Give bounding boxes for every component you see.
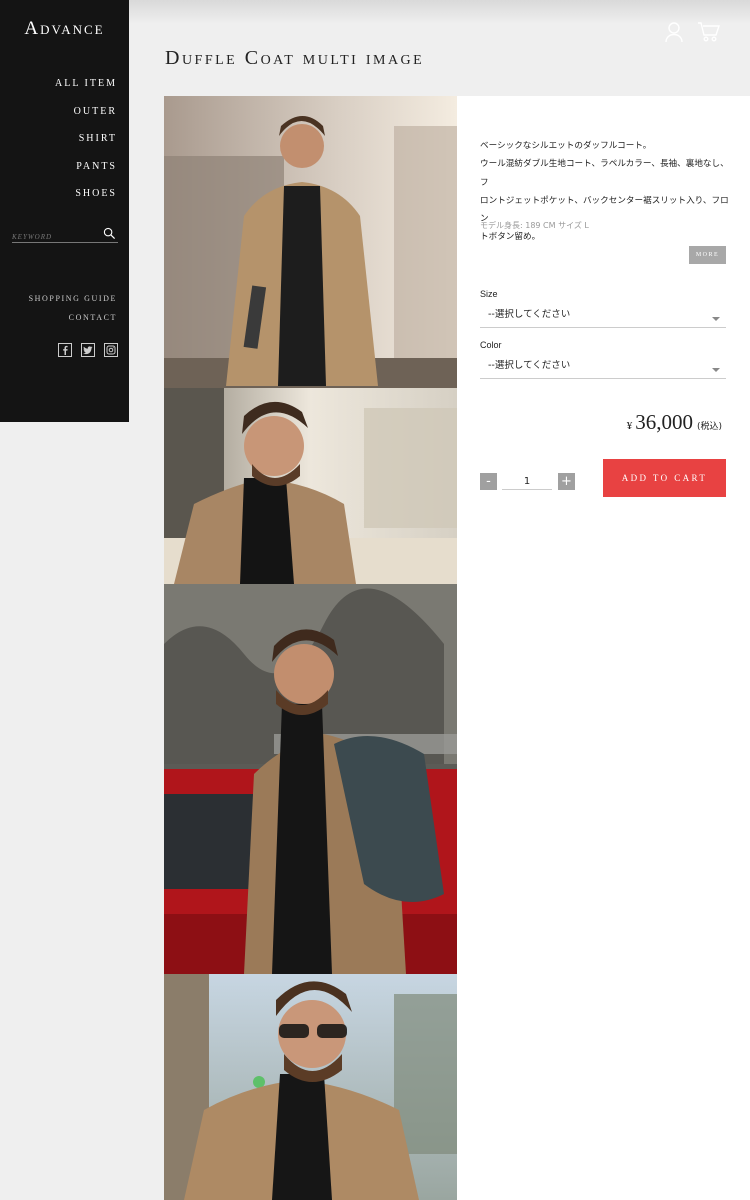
currency-symbol: ¥ (626, 420, 633, 432)
product-photo-3[interactable] (164, 584, 457, 974)
nav-item-all-item[interactable]: ALL ITEM (55, 76, 117, 104)
size-select-value: --選択してください (488, 309, 571, 320)
twitter-icon[interactable] (81, 343, 95, 357)
product-photo-2[interactable] (164, 388, 457, 584)
tax-note: (税込) (696, 422, 722, 432)
main-nav: ALL ITEM OUTER SHIRT PANTS SHOES (55, 76, 117, 214)
color-select[interactable]: --選択してください (480, 356, 726, 379)
search-box (12, 226, 118, 245)
search-icon[interactable] (103, 227, 116, 240)
cart-icon[interactable] (697, 21, 721, 43)
description-line: ベーシックなシルエットのダッフルコート。 (480, 141, 652, 151)
top-gradient (129, 0, 750, 24)
color-select-value: --選択してください (488, 360, 571, 371)
page-title: Duffle Coat multi image (165, 47, 425, 69)
facebook-icon[interactable] (58, 343, 72, 357)
nav-item-outer[interactable]: OUTER (55, 104, 117, 132)
instagram-icon[interactable] (104, 343, 118, 357)
brand-logo[interactable]: Advance (0, 18, 129, 40)
quantity-increase-button[interactable]: + (558, 473, 575, 490)
quantity-decrease-button[interactable]: - (480, 473, 497, 490)
nav-item-pants[interactable]: PANTS (55, 159, 117, 187)
price-value: 36,000 (635, 410, 693, 434)
product-photo-4[interactable] (164, 974, 457, 1200)
chevron-down-icon (712, 368, 720, 372)
nav-item-shoes[interactable]: SHOES (55, 186, 117, 214)
color-label: Color (480, 340, 502, 350)
user-icon[interactable] (664, 21, 684, 43)
add-to-cart-button[interactable]: ADD TO CART (603, 459, 726, 497)
sub-nav: SHOPPING GUIDE CONTACT (29, 293, 117, 331)
model-info: モデル身長: 189 CM サイズ L (480, 221, 589, 230)
quantity-input[interactable] (502, 473, 552, 490)
size-select[interactable]: --選択してください (480, 305, 726, 328)
product-price: ¥36,000 (税込) (627, 410, 722, 435)
product-photo-1[interactable] (164, 96, 457, 388)
search-input[interactable] (12, 229, 100, 245)
description-line: トボタン留め。 (480, 232, 541, 243)
size-label: Size (480, 289, 498, 299)
contact-link[interactable]: CONTACT (29, 312, 117, 331)
sidebar: Advance ALL ITEM OUTER SHIRT PANTS SHOES… (0, 0, 129, 422)
description-line: ウール混紡ダブル生地コート、ラペルカラー、長袖、裏地なし、フ (480, 159, 729, 188)
nav-item-shirt[interactable]: SHIRT (55, 131, 117, 159)
chevron-down-icon (712, 317, 720, 321)
shopping-guide-link[interactable]: SHOPPING GUIDE (29, 293, 117, 312)
more-button[interactable]: MORE (689, 246, 726, 264)
social-links (58, 343, 118, 357)
